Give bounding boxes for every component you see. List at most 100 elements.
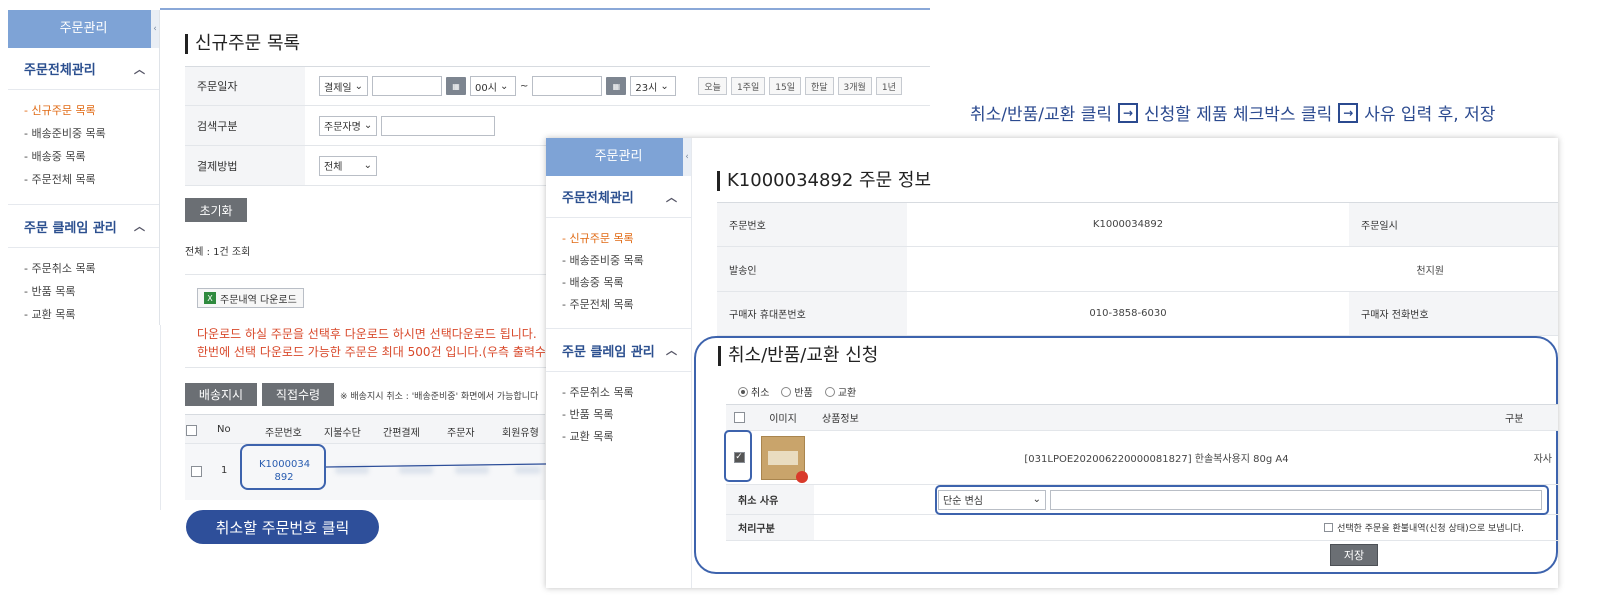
end-date-input[interactable] [532,76,603,96]
instruction-step: 신청할 제품 체크박스 클릭 [1143,105,1333,125]
product-image [761,435,808,483]
select-value: 주문자명 [324,122,361,133]
arrow-right-icon: → [1117,102,1138,123]
download-button[interactable]: X 주문내역 다운로드 [197,288,304,308]
search-input[interactable] [381,115,496,136]
start-hour-select[interactable]: 00시 ⌄ [470,76,516,96]
arrow-right-icon: → [1338,102,1359,123]
radio-exchange[interactable]: 교환 [824,384,856,399]
refund-text: 선택한 주문을 환불내역(신청 상태)으로 보냅니다. [1337,524,1524,534]
sidebar-item-exchange[interactable]: - 교환 목록 [24,306,159,329]
sidebar-item-cancel[interactable]: - 주문취소 목록 [24,260,159,283]
sidebar-section-order-all[interactable]: 주문전체관리 ︿ [546,176,691,218]
sidebar-item-cancel[interactable]: - 주문취소 목록 [562,384,691,406]
save-button[interactable]: 저장 [1330,544,1378,566]
process-label: 처리구분 [726,515,814,540]
checkbox-highlight [724,430,752,482]
sidebar-item-preparing[interactable]: - 배송준비중 목록 [24,125,159,148]
sidebar-section-claims[interactable]: 주문 클레임 관리 ︿ [8,204,159,248]
select-all-checkbox[interactable] [186,425,197,436]
sidebar-section-order-all[interactable]: 주문전체관리 ︿ [8,48,159,90]
sidebar-item-shipping[interactable]: - 배송중 목록 [24,148,159,171]
product-type: 자사 [1533,454,1552,465]
sidebar-item-all-orders[interactable]: - 주문전체 목록 [562,296,691,318]
column-header: 주문자 [447,428,475,439]
search-type-select[interactable]: 주문자명 ⌄ [319,115,378,136]
reason-label: 취소 사유 [726,485,814,514]
direct-pickup-button[interactable]: 직접수령 [262,383,334,406]
info-label: 발송인 [717,247,907,291]
sidebar-item-new-orders[interactable]: - 신규주문 목록 [562,230,691,252]
sidebar-collapse-icon[interactable]: ‹ [683,138,691,176]
notice-line-2: 한번에 선택 다운로드 가능한 주문은 최대 500건 입니다.(우측 출력수 … [197,345,545,359]
quick-range-year[interactable]: 1년 [875,77,902,95]
product-info: [031LPOE202006220000081827] 한솔복사용지 80g A… [1024,454,1289,465]
instruction-step: 사유 입력 후, 저장 [1364,105,1496,125]
claim-title: 취소/반품/교환 신청 [718,346,878,366]
sidebar-header: 주문관리 ‹ [8,10,159,48]
info-label: 구매자 휴대폰번호 [717,292,907,335]
radio-return[interactable]: 반품 [781,384,813,399]
date-type-select[interactable]: 결제일 ⌄ [319,76,368,96]
ship-button[interactable]: 배송지시 [185,383,257,406]
sidebar-list-claims: - 주문취소 목록 - 반품 목록 - 교환 목록 [8,248,159,329]
reset-button[interactable]: 초기화 [185,198,247,222]
quick-range-15days[interactable]: 15일 [769,77,801,95]
payment-select[interactable]: 전체 ⌄ [319,155,377,176]
column-header: 회원유형 [502,428,539,439]
sidebar-list-order: - 신규주문 목록 - 배송준비중 목록 - 배송중 목록 - 주문전체 목록 [546,218,691,328]
process-controls: 선택한 주문을 환불내역(신청 상태)으로 보냅니다. [814,515,1558,540]
info-value: 010-3858-6030 [1089,308,1167,319]
info-label: 주문번호 [717,203,907,246]
row-checkbox[interactable] [191,466,202,477]
callout-pill: 취소할 주문번호 클릭 [186,510,379,544]
select-all-checkbox[interactable] [733,412,745,423]
radio-dot [824,386,835,397]
page-title: 신규주문 목록 [185,34,300,54]
radio-label: 취소 [751,388,770,399]
sidebar-list-claims: - 주문취소 목록 - 반품 목록 - 교환 목록 [546,372,691,450]
claim-product-row: ✓ [031LPOE202006220000081827] 한솔복사용지 80g… [726,431,1558,485]
sidebar-item-all-orders[interactable]: - 주문전체 목록 [24,171,159,194]
column-header: No [217,424,231,435]
radio-cancel[interactable]: 취소 [738,384,769,399]
sidebar-collapse-icon[interactable]: ‹ [151,10,159,48]
filter-payment-controls: 전체 ⌄ [305,146,377,185]
table-row: 1 K1000034 892 [185,444,545,500]
instruction-step: 취소/반품/교환 클릭 [970,105,1112,125]
info-value: K1000034892 [1092,219,1164,230]
order-number-highlight [240,444,326,490]
sidebar-item-return[interactable]: - 반품 목록 [562,406,691,428]
chevron-down-icon: ⌄ [363,160,372,171]
sidebar-item-preparing[interactable]: - 배송준비중 목록 [562,252,691,274]
info-row: 구매자 휴대폰번호 010-3858-6030 구매자 전화번호 [717,292,1558,336]
quick-range-today[interactable]: 오늘 [698,77,727,95]
select-value: 전체 [324,162,343,173]
info-row: 주문번호 K1000034892 주문일시 [717,203,1558,247]
calendar-icon[interactable]: ▦ [606,77,627,95]
quick-range-3months[interactable]: 3개월 [837,77,872,95]
start-date-input[interactable] [372,76,442,96]
calendar-icon[interactable]: ▦ [446,77,466,95]
quick-range-week[interactable]: 1주일 [730,77,766,95]
select-value: 결제일 [324,82,352,94]
sidebar-item-new-orders[interactable]: - 신규주문 목록 [24,102,159,125]
sidebar-item-return[interactable]: - 반품 목록 [24,283,159,306]
chevron-down-icon: ⌄ [499,80,509,92]
sidebar-item-exchange[interactable]: - 교환 목록 [562,428,691,450]
chevron-up-icon: ︿ [666,190,677,204]
sidebar-item-shipping[interactable]: - 배송중 목록 [562,274,691,296]
claim-section: 취소/반품/교환 신청 취소 반품 교환 이미지 상품정보 구분 ✓ [031L… [694,336,1558,574]
reason-highlight [935,485,1549,515]
claim-table: 이미지 상품정보 구분 ✓ [031LPOE202006220000081827… [726,404,1558,541]
order-info-table: 주문번호 K1000034892 주문일시 발송인 천지원 구매자 휴대폰번호 … [717,202,1558,336]
quick-range-month[interactable]: 한달 [804,77,834,95]
sidebar-section-label: 주문 클레임 관리 [24,220,117,236]
info-label: 주문일시 [1349,203,1558,246]
refund-checkbox[interactable] [1324,523,1334,532]
notice-line-1: 다운로드 하실 주문을 선택후 다운로드 하시면 선택다운로드 됩니다. [197,327,537,341]
end-hour-select[interactable]: 23시 ⌄ [630,76,677,96]
top-border [160,8,930,10]
sidebar-section-claims[interactable]: 주문 클레임 관리 ︿ [546,328,691,372]
total-count: 전체 : 1건 조회 [185,247,251,258]
